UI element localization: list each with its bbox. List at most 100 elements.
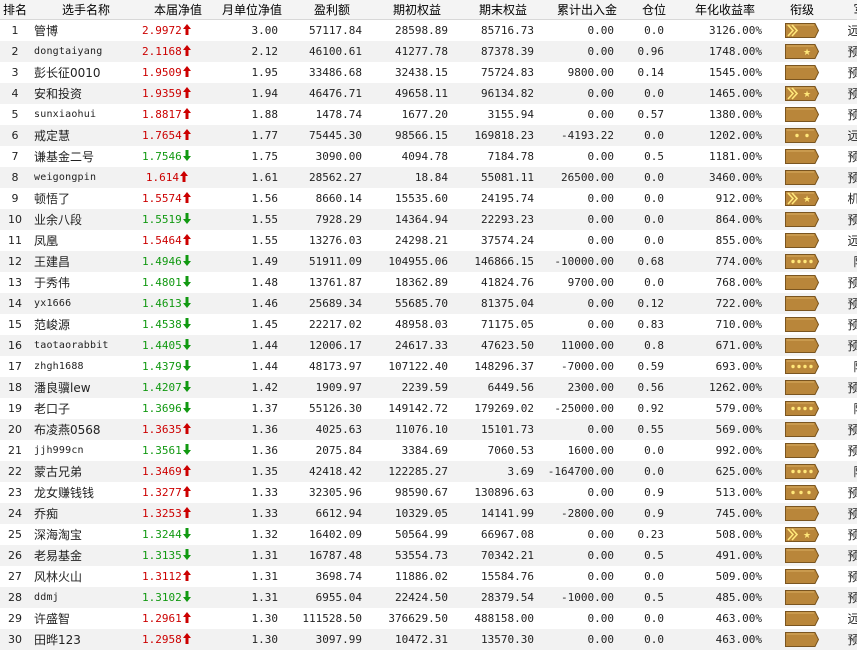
player-name-link[interactable]: 老口子 [30,398,142,419]
player-name-link[interactable]: 谦基金二号 [30,146,142,167]
table-row[interactable]: 25 深海淘宝 1.3244 1.32 16402.09 50564.99 66… [0,523,857,545]
table-row[interactable]: 4 安和投资 1.9359 1.94 46476.71 49658.11 961… [0,82,857,104]
table-row[interactable]: 8 weigongpin 1.614 1.61 28562.27 18.84 5… [0,166,857,188]
table-row[interactable]: 22 蒙古兄弟 1.3469 1.35 42418.42 122285.27 3… [0,460,857,482]
header-rank[interactable]: 排名 [0,0,30,20]
table-row[interactable]: 27 风林火山 1.3112 1.31 3698.74 11886.02 155… [0,565,857,587]
table-row[interactable]: 2 dongtaiyang 2.1168 2.12 46100.61 41277… [0,40,857,62]
player-name-link[interactable]: 田晔123 [30,629,142,650]
header-rank-insignia[interactable]: 衔级 [770,0,834,20]
table-row[interactable]: 5 sunxiaohui 1.8817 1.88 1478.74 1677.20… [0,103,857,125]
current-nav-cell: 1.3635 [142,419,214,440]
player-name-link[interactable]: zhgh1688 [30,356,142,377]
table-row[interactable]: 20 布凌燕0568 1.3635 1.36 4025.63 11076.10 … [0,418,857,440]
table-row[interactable]: 3 彭长征0010 1.9509 1.95 33486.68 32438.15 … [0,61,857,83]
profit-cell: 33486.68 [309,65,362,79]
table-row[interactable]: 9 顿悟了 1.5574 1.56 8660.14 15535.60 24195… [0,187,857,209]
header-annual-return[interactable]: 年化收益率 [680,0,770,20]
table-row[interactable]: 26 老易基金 1.3135 1.31 16787.48 53554.73 70… [0,544,857,566]
table-row[interactable]: 12 王建昌 1.4946 1.49 51911.09 104955.06 14… [0,250,857,272]
player-name-link[interactable]: 凤凰 [30,230,142,251]
header-current-nav[interactable]: 本届净值 [142,0,214,20]
service-branch-cell: 陆军 [834,398,857,419]
table-row[interactable]: 11 凤凰 1.5464 1.55 13276.03 24298.21 3757… [0,229,857,251]
profit-cell: 13276.03 [309,233,362,247]
end-equity-cell: 146866.15 [474,254,534,268]
player-name-link[interactable]: 安和投资 [30,83,142,104]
position-cell: 0.0 [644,233,664,247]
header-service-branch[interactable]: 军种 [834,0,857,20]
player-name-link[interactable]: 顿悟了 [30,188,142,209]
player-name-link[interactable]: 于秀伟 [30,272,142,293]
header-cumulative-flow[interactable]: 累计出入金 [546,0,628,20]
player-name-link[interactable]: yx1666 [30,293,142,314]
player-name-link[interactable]: dongtaiyang [30,41,142,62]
table-row[interactable]: 6 戒定慧 1.7654 1.77 75445.30 98566.15 1698… [0,124,857,146]
player-name-link[interactable]: sunxiaohui [30,104,142,125]
rank-insignia-icon [785,631,820,647]
header-position[interactable]: 仓位 [628,0,680,20]
player-name-link[interactable]: 业余八段 [30,209,142,230]
annual-return-cell: 774.00% [715,254,762,268]
player-name-link[interactable]: ddmj [30,587,142,608]
table-row[interactable]: 16 taotaorabbit 1.4405 1.44 12006.17 246… [0,334,857,356]
header-profit[interactable]: 盈利额 [290,0,374,20]
player-name-link[interactable]: 管博 [30,20,142,41]
player-name-link[interactable]: 龙女赚钱钱 [30,482,142,503]
cumulative-flow-cell: 11000.00 [561,338,614,352]
player-name-link[interactable]: 潘良骥lew [30,377,142,398]
monthly-nav-cell: 1.49 [251,254,279,268]
header-monthly-unit-nav[interactable]: 月单位净值 [214,0,290,20]
player-name-link[interactable]: jjh999cn [30,440,142,461]
annual-return-cell: 625.00% [715,464,762,478]
player-name-link[interactable]: 王建昌 [30,251,142,272]
table-row[interactable]: 24 乔痴 1.3253 1.33 6612.94 10329.05 14141… [0,502,857,524]
annual-return-cell: 1181.00% [709,149,762,163]
current-nav-cell: 1.8817 [142,104,214,125]
table-row[interactable]: 13 于秀伟 1.4801 1.48 13761.87 18362.89 418… [0,271,857,293]
table-row[interactable]: 21 jjh999cn 1.3561 1.36 2075.84 3384.69 … [0,439,857,461]
player-name-link[interactable]: 范峻源 [30,314,142,335]
arrow-up-icon [182,44,191,56]
header-end-equity[interactable]: 期末权益 [460,0,546,20]
table-row[interactable]: 19 老口子 1.3696 1.37 55126.30 149142.72 17… [0,397,857,419]
player-name-link[interactable]: 戒定慧 [30,125,142,146]
table-row[interactable]: 10 业余八段 1.5519 1.55 7928.29 14364.94 222… [0,208,857,230]
player-name-link[interactable]: 乔痴 [30,503,142,524]
rank-insignia-cell [770,293,834,314]
player-name-link[interactable]: 风林火山 [30,566,142,587]
player-name-link[interactable]: 老易基金 [30,545,142,566]
start-equity-cell: 50564.99 [395,527,448,541]
profit-cell: 1478.74 [315,107,362,121]
rank-insignia-icon [785,463,820,479]
cumulative-flow-cell: 0.00 [587,233,615,247]
table-row[interactable]: 18 潘良骥lew 1.4207 1.42 1909.97 2239.59 64… [0,376,857,398]
player-name-link[interactable]: taotaorabbit [30,335,142,356]
table-row[interactable]: 28 ddmj 1.3102 1.31 6955.04 22424.50 283… [0,586,857,608]
table-row[interactable]: 29 许盛智 1.2961 1.30 111528.50 376629.50 4… [0,607,857,629]
arrow-down-icon [182,212,191,224]
rank-insignia-cell: ★ [770,188,834,209]
table-row[interactable]: 30 田晔123 1.2958 1.30 3097.99 10472.31 13… [0,628,857,650]
table-row[interactable]: 15 范峻源 1.4538 1.45 22217.02 48958.03 711… [0,313,857,335]
arrow-up-icon [182,569,191,581]
table-row[interactable]: 7 谦基金二号 1.7546 1.75 3090.00 4094.78 7184… [0,145,857,167]
player-name-link[interactable]: 布凌燕0568 [30,419,142,440]
header-player-name[interactable]: 选手名称 [30,0,142,20]
rank-cell: 15 [8,317,22,331]
table-row[interactable]: 23 龙女赚钱钱 1.3277 1.33 32305.96 98590.67 1… [0,481,857,503]
table-row[interactable]: 17 zhgh1688 1.4379 1.44 48173.97 107122.… [0,355,857,377]
player-name-link[interactable]: 蒙古兄弟 [30,461,142,482]
table-row[interactable]: 1 管博 2.9972 3.00 57117.84 28598.89 85716… [0,19,857,41]
current-nav-cell: 2.1168 [142,41,214,62]
service-branch-cell: 预备役 [847,317,857,332]
table-row[interactable]: 14 yx1666 1.4613 1.46 25689.34 55685.70 … [0,292,857,314]
player-name-link[interactable]: 深海淘宝 [30,524,142,545]
player-name-link[interactable]: 许盛智 [30,608,142,629]
rank-cell: 3 [11,65,19,79]
position-cell: 0.5 [644,590,664,604]
service-branch-cell: 预备役 [847,506,857,521]
player-name-link[interactable]: weigongpin [30,167,142,188]
header-start-equity[interactable]: 期初权益 [374,0,460,20]
player-name-link[interactable]: 彭长征0010 [30,62,142,83]
